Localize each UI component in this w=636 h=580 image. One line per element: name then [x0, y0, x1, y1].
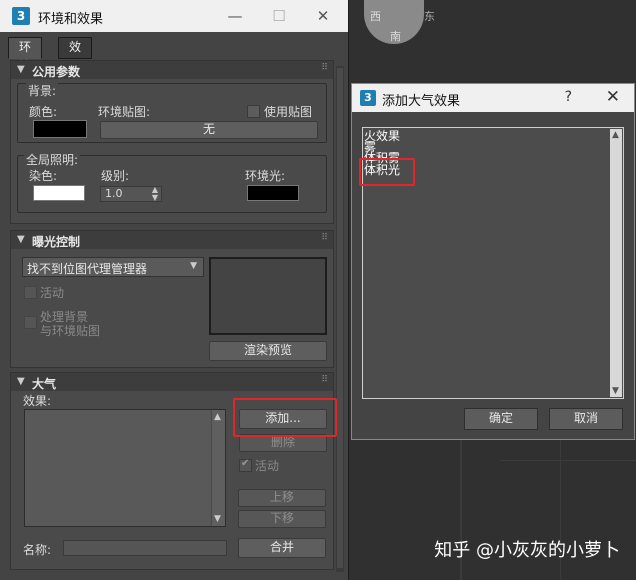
rollout-title: 公用参数 — [32, 65, 81, 79]
drag-handle-icon[interactable]: ⠿ — [321, 375, 328, 385]
ambient-label: 环境光: — [245, 169, 286, 183]
tab-environment[interactable]: 环境 — [8, 37, 43, 73]
atmosphere-active-checkbox[interactable]: ✔ — [239, 458, 252, 472]
effect-name-field[interactable] — [63, 540, 227, 556]
dialog-titlebar[interactable]: 3 添加大气效果 ? ✕ — [352, 84, 634, 112]
move-down-button[interactable]: 下移 — [238, 510, 326, 528]
scroll-up-icon[interactable]: ▲ — [214, 412, 221, 422]
background-color-swatch[interactable] — [33, 120, 87, 138]
window-titlebar[interactable]: 3 环境和效果 — ☐ ✕ — [0, 0, 348, 32]
maximize-icon: ☐ — [272, 7, 286, 25]
env-map-label: 环境贴图: — [98, 105, 151, 119]
global-lighting-label: 全局照明: — [24, 151, 81, 168]
watermark-text: 知乎 @小灰灰的小萝卜 — [434, 540, 620, 561]
move-up-button[interactable]: 上移 — [238, 489, 326, 507]
drag-handle-icon[interactable]: ⠿ — [321, 233, 328, 243]
main-window-scrollbar[interactable] — [336, 66, 344, 572]
process-bg-label-2: 与环境贴图 — [40, 324, 101, 338]
highlight-add-button — [233, 398, 337, 437]
drag-handle-icon[interactable]: ⠿ — [321, 63, 328, 73]
level-spinner[interactable]: 1.0 ▲ ▼ — [100, 186, 162, 202]
scroll-up-icon[interactable]: ▲ — [612, 130, 619, 140]
compass-west-label: 西 — [370, 10, 381, 23]
background-label: 背景: — [26, 82, 59, 99]
spinner-arrows-icon[interactable]: ▲ ▼ — [152, 186, 158, 202]
common-params-rollout: ▼ 公用参数 ⠿ 背景: 颜色: 环境贴图: 使用贴图 无 全局照明: 染色: … — [10, 60, 334, 224]
color-label: 颜色: — [29, 105, 58, 119]
close-icon[interactable]: ✕ — [310, 6, 336, 26]
tint-color-swatch[interactable] — [33, 185, 85, 201]
name-label: 名称: — [23, 543, 52, 557]
ok-button[interactable]: 确定 — [464, 408, 538, 430]
viewport-grid-line — [500, 460, 636, 461]
scrollbar-thumb[interactable] — [337, 68, 343, 568]
dropdown-value: 找不到位图代理管理器 — [27, 262, 148, 276]
chevron-down-icon: ▼ — [190, 261, 197, 271]
effects-scrollbar[interactable]: ▲ ▼ — [211, 410, 225, 526]
help-icon[interactable]: ? — [565, 89, 572, 105]
rollout-header[interactable]: ▼ 曝光控制 ⠿ — [11, 231, 333, 249]
environment-effects-window: 3 环境和效果 — ☐ ✕ 环境 效果 ▼ 公用参数 ⠿ 背景: 颜色: 环境贴… — [0, 0, 349, 580]
cancel-button[interactable]: 取消 — [549, 408, 623, 430]
ambient-color-swatch[interactable] — [247, 185, 299, 201]
use-map-checkbox[interactable] — [247, 105, 260, 118]
close-icon[interactable]: ✕ — [606, 87, 620, 107]
env-map-button[interactable]: 无 — [100, 121, 318, 139]
collapse-triangle-icon[interactable]: ▼ — [17, 376, 25, 387]
rollout-header[interactable]: ▼ 公用参数 ⠿ — [11, 61, 333, 79]
dialog-list-scrollbar[interactable]: ▲ ▼ — [610, 129, 622, 397]
rollout-title: 大气 — [32, 377, 57, 391]
rollout-header[interactable]: ▼ 大气 ⠿ — [11, 373, 333, 391]
minimize-icon[interactable]: — — [222, 6, 248, 26]
effects-label: 效果: — [23, 394, 52, 408]
rollout-title: 曝光控制 — [32, 235, 81, 249]
app-logo-icon: 3 — [360, 90, 376, 106]
exposure-active-label: 活动 — [40, 286, 65, 300]
level-value: 1.0 — [105, 187, 123, 200]
add-atmospheric-effect-dialog: 3 添加大气效果 ? ✕ 火效果 雾 体积雾 体积光 ▲ ▼ 确定 取消 — [351, 83, 635, 440]
collapse-triangle-icon[interactable]: ▼ — [17, 234, 25, 245]
level-label: 级别: — [101, 169, 130, 183]
compass-east-label: 东 — [424, 10, 435, 23]
window-title: 环境和效果 — [38, 12, 104, 27]
check-icon: ✔ — [241, 458, 250, 469]
tint-label: 染色: — [29, 169, 58, 183]
use-map-label: 使用贴图 — [264, 105, 313, 119]
atmosphere-active-label: 活动 — [255, 459, 280, 473]
merge-button[interactable]: 合并 — [238, 538, 326, 558]
process-bg-checkbox[interactable] — [24, 316, 37, 329]
scroll-down-icon[interactable]: ▼ — [612, 386, 619, 396]
collapse-triangle-icon[interactable]: ▼ — [17, 64, 25, 75]
tab-effects[interactable]: 效果 — [58, 37, 93, 73]
render-preview-button[interactable]: 渲染预览 — [209, 341, 327, 361]
scroll-down-icon[interactable]: ▼ — [214, 514, 221, 524]
app-logo-icon: 3 — [12, 7, 30, 25]
exposure-preview-box — [209, 257, 327, 335]
highlight-volume-light — [359, 158, 415, 186]
exposure-type-dropdown[interactable]: 找不到位图代理管理器 ▼ — [22, 257, 204, 277]
compass-south-label: 南 — [390, 30, 401, 43]
dialog-title: 添加大气效果 — [382, 94, 461, 109]
exposure-active-checkbox[interactable] — [24, 286, 37, 299]
effects-listbox[interactable]: ▲ ▼ — [24, 409, 226, 527]
exposure-control-rollout: ▼ 曝光控制 ⠿ 找不到位图代理管理器 ▼ 活动 处理背景 与环境贴图 渲染预览 — [10, 230, 334, 368]
